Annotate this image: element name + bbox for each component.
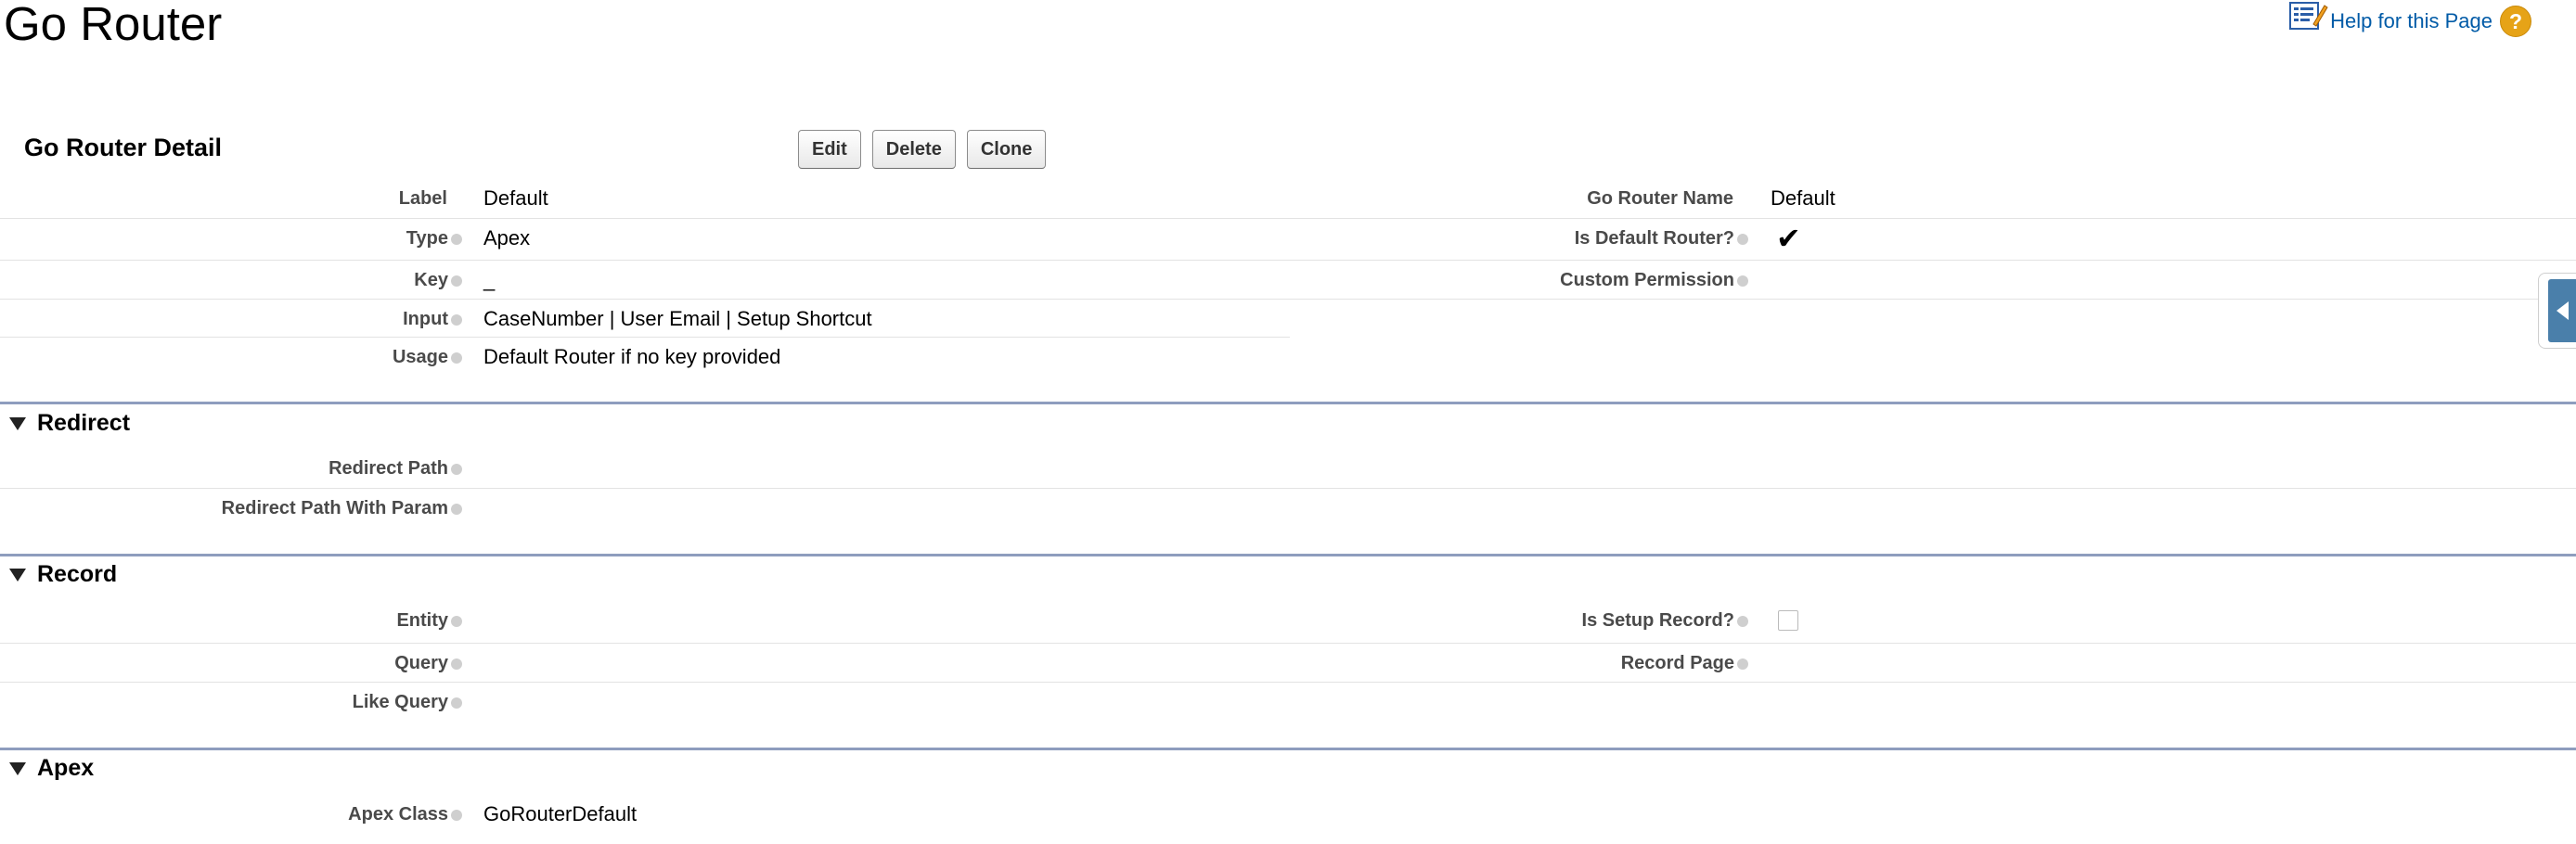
help-hint-icon[interactable] bbox=[451, 504, 462, 515]
field-value-type: Apex bbox=[483, 226, 531, 249]
detail-button-row: Edit Delete Clone bbox=[798, 130, 1047, 169]
field-row-entity: Entity Is Setup Record? bbox=[0, 600, 2576, 641]
help-hint-icon[interactable] bbox=[451, 234, 462, 245]
field-label-entity: Entity bbox=[396, 610, 462, 632]
delete-button[interactable]: Delete bbox=[871, 130, 956, 169]
sidebar-toggle-button[interactable] bbox=[2548, 279, 2576, 342]
field-label-redirect-path-with-param: Redirect Path With Param bbox=[222, 498, 462, 519]
edit-button[interactable]: Edit bbox=[798, 130, 861, 169]
help-question-icon[interactable]: ? bbox=[2500, 6, 2531, 37]
field-row-label: Label Default Go Router Name Default bbox=[0, 178, 2576, 219]
field-label-usage: Usage bbox=[393, 347, 462, 368]
section-header-redirect[interactable]: Redirect bbox=[9, 410, 130, 437]
field-label-input: Input bbox=[403, 309, 462, 330]
section-rule bbox=[0, 748, 2576, 750]
field-label-record-page: Record Page bbox=[1621, 653, 1748, 674]
help-doc-icon bbox=[2289, 2, 2328, 30]
help-hint-icon[interactable] bbox=[451, 659, 462, 670]
collapse-triangle-icon[interactable] bbox=[9, 761, 26, 775]
field-label-label: Label bbox=[398, 187, 447, 209]
field-row-usage: Usage Default Router if no key provided bbox=[0, 337, 2576, 377]
field-label-key: Key bbox=[414, 270, 462, 291]
help-hint-icon[interactable] bbox=[1737, 275, 1748, 287]
collapse-triangle-icon[interactable] bbox=[9, 568, 26, 582]
help-hint-icon[interactable] bbox=[451, 697, 462, 709]
help-hint-icon[interactable] bbox=[1737, 659, 1748, 670]
field-label-custom-permission: Custom Permission bbox=[1560, 270, 1748, 291]
section-header-apex[interactable]: Apex bbox=[9, 755, 94, 782]
section-title-redirect: Redirect bbox=[37, 410, 131, 436]
field-row-apex-class: Apex Class GoRouterDefault bbox=[0, 794, 2576, 835]
help-hint-icon[interactable] bbox=[451, 314, 462, 326]
field-row-redirect-path: Redirect Path bbox=[0, 448, 2576, 489]
field-label-is-default-router: Is Default Router? bbox=[1575, 228, 1748, 249]
page-title: Go Router bbox=[4, 0, 223, 50]
field-row-key: Key _ Custom Permission bbox=[0, 260, 2576, 301]
field-label-type: Type bbox=[406, 228, 462, 249]
chevron-left-icon bbox=[2556, 301, 2569, 320]
field-value-go-router-name: Default bbox=[1771, 186, 1835, 210]
sidebar-toggle-tab[interactable] bbox=[2538, 273, 2576, 349]
field-value-key: _ bbox=[483, 268, 496, 291]
field-row-input: Input CaseNumber | User Email | Setup Sh… bbox=[0, 299, 2576, 339]
field-row-type: Type Apex Is Default Router? ✔ bbox=[0, 218, 2576, 259]
field-label-like-query: Like Query bbox=[353, 692, 462, 713]
help-link[interactable]: Help for this Page ? bbox=[2289, 2, 2531, 37]
help-link-label[interactable]: Help for this Page bbox=[2330, 9, 2492, 33]
help-hint-icon[interactable] bbox=[451, 352, 462, 364]
section-header-record[interactable]: Record bbox=[9, 561, 117, 588]
help-hint-icon[interactable] bbox=[451, 810, 462, 821]
field-label-query: Query bbox=[394, 653, 462, 674]
field-value-label: Default bbox=[483, 186, 548, 210]
section-rule bbox=[0, 554, 2576, 556]
field-row-query: Query Record Page bbox=[0, 643, 2576, 684]
collapse-triangle-icon[interactable] bbox=[9, 416, 26, 430]
field-label-redirect-path: Redirect Path bbox=[328, 458, 462, 480]
field-value-input: CaseNumber | User Email | Setup Shortcut bbox=[483, 307, 872, 330]
help-hint-icon[interactable] bbox=[1737, 616, 1748, 627]
section-rule bbox=[0, 402, 2576, 404]
field-value-apex-class: GoRouterDefault bbox=[483, 802, 638, 825]
is-setup-record-checkbox bbox=[1778, 610, 1798, 631]
checkmark-icon: ✔ bbox=[1776, 222, 1801, 255]
help-hint-icon[interactable] bbox=[1737, 234, 1748, 245]
field-label-go-router-name: Go Router Name bbox=[1587, 187, 1733, 209]
field-row-redirect-path-with-param: Redirect Path With Param bbox=[0, 488, 2576, 529]
field-label-is-setup-record: Is Setup Record? bbox=[1582, 610, 1748, 632]
help-hint-icon[interactable] bbox=[451, 616, 462, 627]
section-title-record: Record bbox=[37, 561, 118, 587]
field-label-apex-class: Apex Class bbox=[348, 804, 462, 825]
field-value-usage: Default Router if no key provided bbox=[483, 345, 781, 368]
field-row-like-query: Like Query bbox=[0, 682, 2576, 723]
help-hint-icon[interactable] bbox=[451, 275, 462, 287]
help-hint-icon[interactable] bbox=[451, 464, 462, 475]
clone-button[interactable]: Clone bbox=[966, 130, 1047, 169]
detail-title: Go Router Detail bbox=[24, 134, 223, 161]
section-title-apex: Apex bbox=[37, 755, 95, 781]
